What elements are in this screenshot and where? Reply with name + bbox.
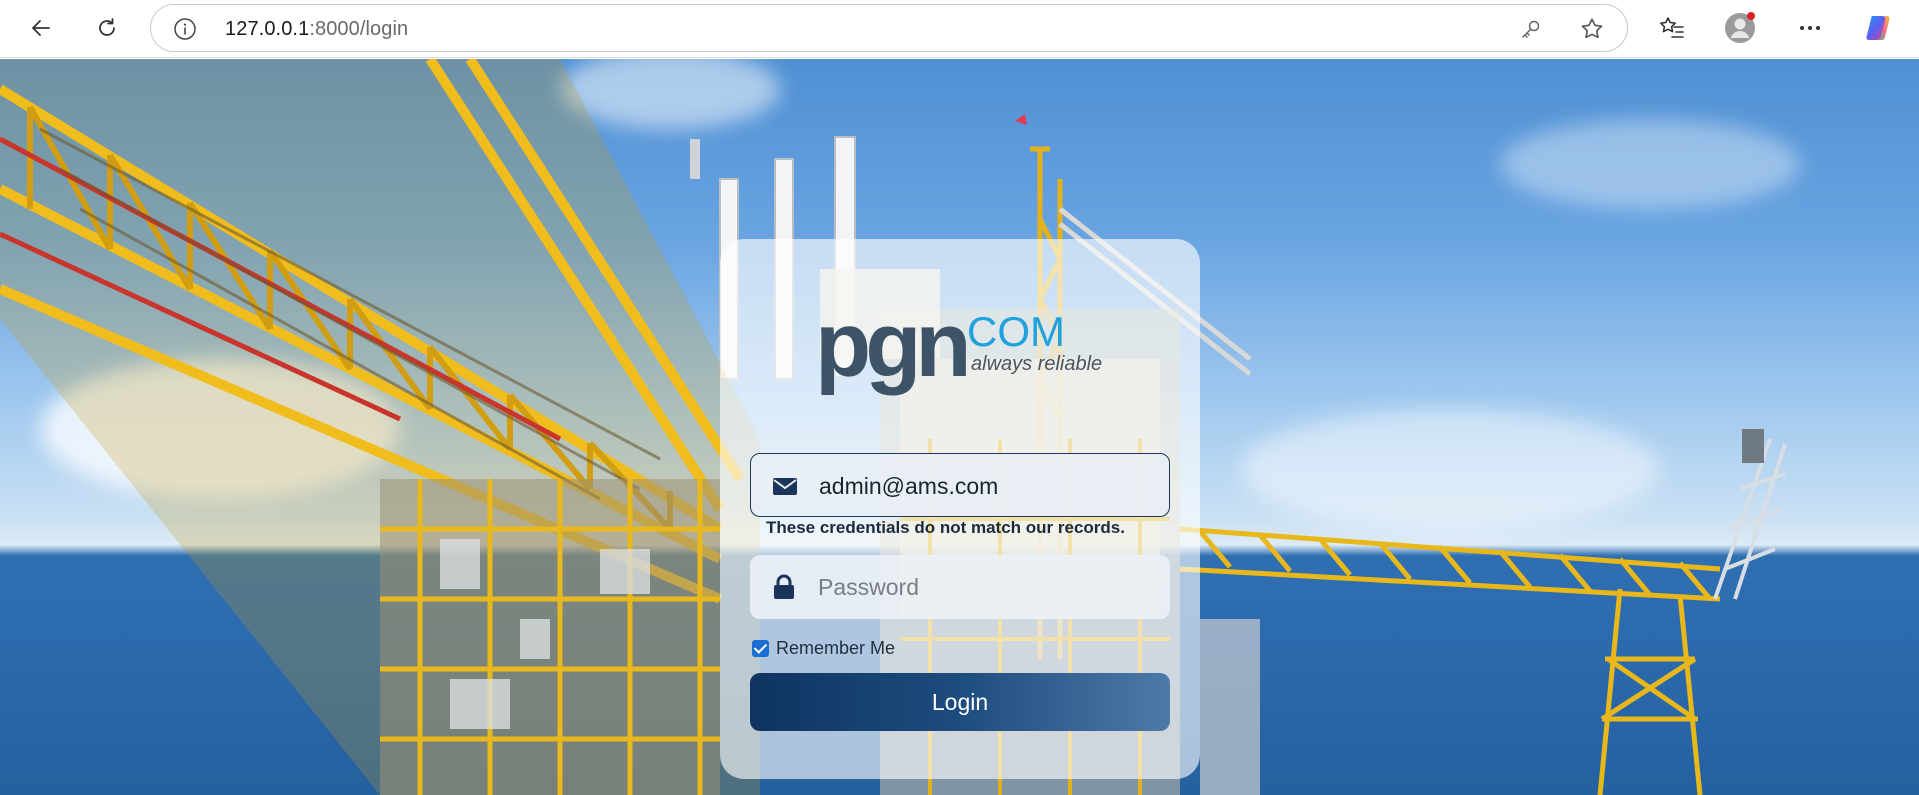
back-button[interactable]: [22, 9, 60, 47]
profile-button[interactable]: [1721, 9, 1759, 47]
profile-avatar-icon: [1725, 12, 1755, 43]
password-field[interactable]: Password: [750, 555, 1170, 619]
logo-tagline: always reliable: [971, 353, 1103, 375]
login-button[interactable]: Login: [750, 673, 1170, 731]
ellipsis-icon: [1800, 26, 1820, 30]
email-field[interactable]: admin@ams.com: [750, 453, 1170, 517]
back-arrow-icon: [32, 20, 50, 36]
copilot-icon: [1866, 16, 1890, 40]
favorite-star-icon[interactable]: [1579, 16, 1605, 42]
remember-me-checkbox[interactable]: [752, 639, 769, 657]
login-page: pgn COM always reliable admin@ams.com Th…: [0, 59, 1919, 795]
site-info-icon[interactable]: [173, 17, 197, 41]
login-card: pgn COM always reliable admin@ams.com Th…: [720, 239, 1200, 779]
password-key-icon[interactable]: [1519, 17, 1543, 41]
url-text: 127.0.0.1:8000/login: [225, 18, 409, 40]
favorites-button[interactable]: [1653, 9, 1691, 47]
browser-toolbar: 127.0.0.1:8000/login: [0, 0, 1919, 58]
logo-suffix-text: COM: [967, 308, 1065, 355]
more-options-button[interactable]: [1791, 9, 1829, 47]
reload-button[interactable]: [88, 9, 126, 47]
copilot-button[interactable]: [1861, 9, 1899, 47]
favorites-list-icon: [1660, 17, 1684, 38]
address-bar[interactable]: 127.0.0.1:8000/login: [150, 4, 1628, 52]
remember-me[interactable]: Remember Me: [752, 637, 895, 659]
lock-icon: [774, 574, 794, 599]
credentials-error-message: These credentials do not match our recor…: [766, 518, 1125, 537]
pgn-com-logo: pgn COM always reliable: [815, 299, 1115, 399]
password-placeholder: Password: [818, 574, 919, 600]
logo-brand-text: pgn: [815, 294, 972, 396]
email-value: admin@ams.com: [819, 473, 999, 499]
remember-me-label[interactable]: Remember Me: [776, 638, 895, 659]
envelope-icon: [773, 478, 797, 495]
reload-icon: [99, 18, 115, 36]
